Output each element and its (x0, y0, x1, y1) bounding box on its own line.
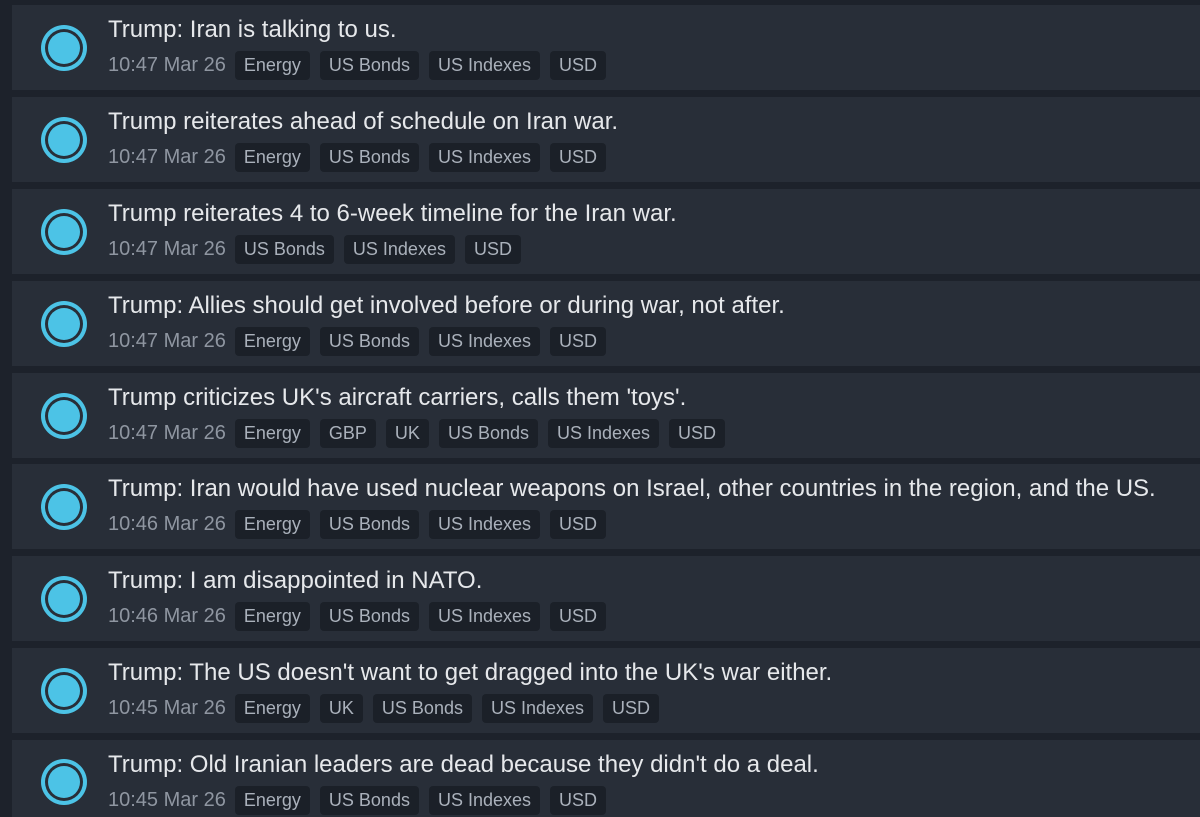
news-meta: 10:45 Mar 26 Energy US Bonds US Indexes USD (108, 786, 616, 815)
news-row[interactable]: Trump reiterates ahead of schedule on Ir… (12, 97, 1200, 182)
news-headline[interactable]: Trump: Old Iranian leaders are dead beca… (108, 750, 819, 780)
news-headline[interactable]: Trump: I am disappointed in NATO. (108, 566, 482, 596)
news-tag[interactable]: USD (550, 51, 607, 80)
live-dot-icon (39, 23, 89, 73)
news-tag[interactable]: US Indexes (547, 419, 660, 448)
news-tag[interactable]: GBP (319, 419, 376, 448)
news-meta: 10:47 Mar 26 US Bonds US Indexes USD (108, 235, 531, 264)
news-meta: 10:47 Mar 26 Energy US Bonds US Indexes USD (108, 327, 616, 356)
news-row[interactable]: Trump: Iran would have used nuclear weap… (12, 464, 1200, 549)
live-dot-icon (39, 666, 89, 716)
news-tag[interactable]: Energy (234, 602, 310, 631)
news-tag[interactable]: US Indexes (428, 602, 541, 631)
news-tag[interactable]: US Bonds (319, 51, 419, 80)
live-dot-icon (39, 482, 89, 532)
news-timestamp: 10:47 Mar 26 (108, 54, 226, 76)
news-headline[interactable]: Trump reiterates 4 to 6-week timeline fo… (108, 199, 677, 229)
live-dot-icon (39, 574, 89, 624)
news-tag[interactable]: US Bonds (319, 510, 419, 539)
news-tag[interactable]: Energy (234, 786, 310, 815)
news-headline[interactable]: Trump: Iran is talking to us. (108, 15, 397, 45)
news-meta: 10:46 Mar 26 Energy US Bonds US Indexes USD (108, 510, 616, 539)
news-tag[interactable]: US Bonds (319, 602, 419, 631)
news-tag[interactable]: Energy (234, 694, 310, 723)
news-tag[interactable]: USD (669, 419, 726, 448)
news-timestamp: 10:46 Mar 26 (108, 513, 226, 535)
news-tag[interactable]: USD (550, 602, 607, 631)
news-row[interactable]: Trump: Allies should get involved before… (12, 281, 1200, 366)
news-timestamp: 10:47 Mar 26 (108, 238, 226, 260)
news-tag[interactable]: USD (603, 694, 660, 723)
news-row[interactable]: Trump: I am disappointed in NATO. 10:46 M… (12, 556, 1200, 641)
news-tag[interactable]: US Indexes (428, 510, 541, 539)
live-dot-icon (39, 115, 89, 165)
news-row[interactable]: Trump: Old Iranian leaders are dead beca… (12, 740, 1200, 817)
news-row[interactable]: Trump: The US doesn't want to get dragge… (12, 648, 1200, 733)
news-meta: 10:47 Mar 26 Energy GBP UK US Bonds US Indexe… (108, 419, 735, 448)
news-tag[interactable]: Energy (234, 143, 310, 172)
news-tag[interactable]: USD (550, 327, 607, 356)
news-timestamp: 10:45 Mar 26 (108, 697, 226, 719)
news-row[interactable]: Trump: Iran is talking to us. 10:47 Mar 2… (12, 5, 1200, 90)
news-meta: 10:46 Mar 26 Energy US Bonds US Indexes USD (108, 602, 616, 631)
news-tag[interactable]: USD (464, 235, 521, 264)
news-tag[interactable]: US Bonds (319, 143, 419, 172)
news-row[interactable]: Trump criticizes UK's aircraft carriers,… (12, 373, 1200, 458)
news-tag[interactable]: US Bonds (319, 327, 419, 356)
news-headline[interactable]: Trump reiterates ahead of schedule on Ir… (108, 107, 618, 137)
news-tag[interactable]: US Indexes (428, 327, 541, 356)
news-headline[interactable]: Trump: Iran would have used nuclear weap… (108, 474, 1156, 504)
news-tag[interactable]: USD (550, 143, 607, 172)
news-headline[interactable]: Trump: The US doesn't want to get dragge… (108, 658, 832, 688)
news-tag[interactable]: US Indexes (428, 51, 541, 80)
live-dot-icon (39, 207, 89, 257)
news-tag[interactable]: USD (550, 510, 607, 539)
news-timestamp: 10:47 Mar 26 (108, 330, 226, 352)
news-feed: Trump: Iran is talking to us. 10:47 Mar 2… (0, 0, 1200, 817)
live-dot-icon (39, 391, 89, 441)
news-headline[interactable]: Trump: Allies should get involved before… (108, 291, 785, 321)
live-dot-icon (39, 299, 89, 349)
news-meta: 10:45 Mar 26 Energy UK US Bonds US Indexes US… (108, 694, 669, 723)
news-tag[interactable]: US Indexes (481, 694, 594, 723)
news-meta: 10:47 Mar 26 Energy US Bonds US Indexes USD (108, 143, 616, 172)
news-timestamp: 10:45 Mar 26 (108, 789, 226, 811)
news-tag[interactable]: US Indexes (428, 143, 541, 172)
news-timestamp: 10:47 Mar 26 (108, 422, 226, 444)
news-timestamp: 10:47 Mar 26 (108, 146, 226, 168)
news-tag[interactable]: US Bonds (319, 786, 419, 815)
news-tag[interactable]: UK (319, 694, 363, 723)
news-timestamp: 10:46 Mar 26 (108, 605, 226, 627)
news-meta: 10:47 Mar 26 Energy US Bonds US Indexes USD (108, 51, 616, 80)
news-tag[interactable]: US Bonds (234, 235, 334, 264)
news-row[interactable]: Trump reiterates 4 to 6-week timeline fo… (12, 189, 1200, 274)
news-tag[interactable]: Energy (234, 419, 310, 448)
news-tag[interactable]: US Indexes (428, 786, 541, 815)
news-tag[interactable]: UK (385, 419, 429, 448)
news-tag[interactable]: Energy (234, 51, 310, 80)
news-tag[interactable]: US Bonds (438, 419, 538, 448)
news-tag[interactable]: US Bonds (372, 694, 472, 723)
news-tag[interactable]: USD (550, 786, 607, 815)
news-headline[interactable]: Trump criticizes UK's aircraft carriers,… (108, 383, 686, 413)
news-tag[interactable]: US Indexes (343, 235, 455, 264)
news-tag[interactable]: Energy (234, 510, 310, 539)
news-tag[interactable]: Energy (234, 327, 310, 356)
live-dot-icon (39, 757, 89, 807)
